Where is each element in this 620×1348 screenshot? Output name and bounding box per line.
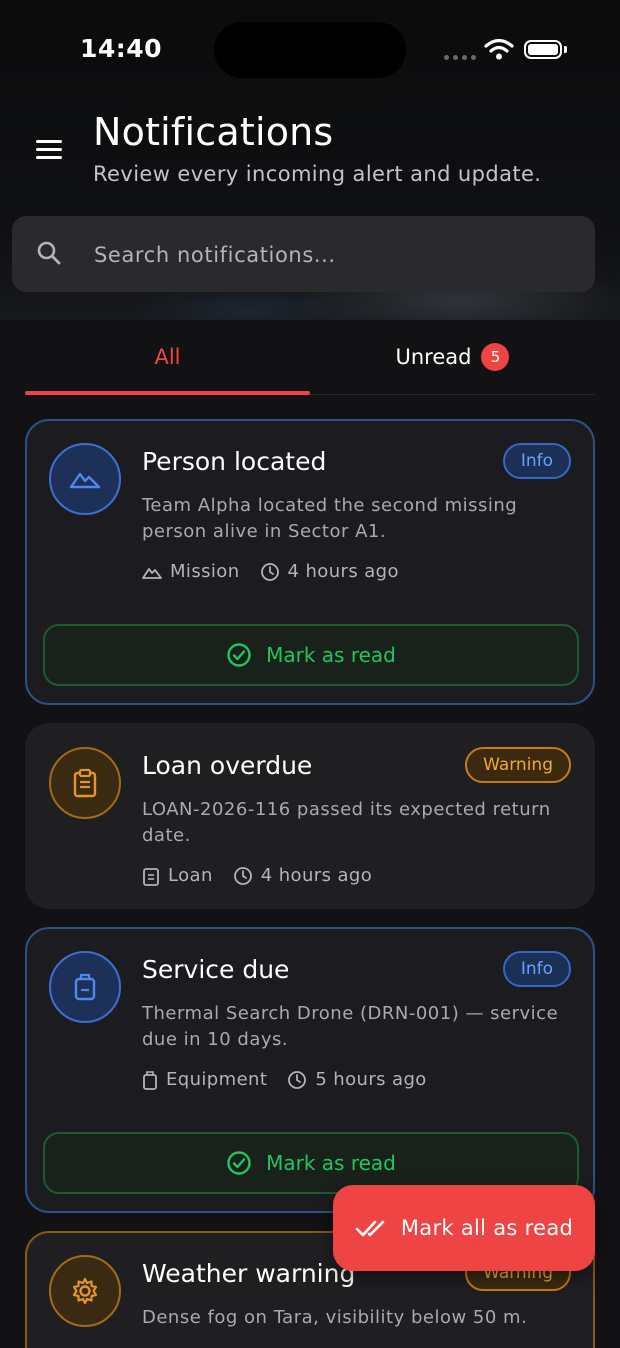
- category-label: Equipment: [166, 1069, 268, 1090]
- severity-badge: Warning: [465, 747, 571, 783]
- clock-icon: [288, 1070, 307, 1089]
- notification-description: Dense fog on Tara, visibility below 50 m…: [142, 1307, 528, 1328]
- status-bar: 14:40: [0, 0, 620, 100]
- tab-bar: All Unread 5: [25, 320, 595, 395]
- notification-title: Weather warning: [142, 1259, 356, 1288]
- timestamp-label: 4 hours ago: [287, 561, 399, 582]
- menu-icon[interactable]: [36, 140, 62, 160]
- notification-card[interactable]: Loan overdue Warning LOAN-2026-116 passe…: [25, 723, 595, 909]
- mountain-icon: [142, 567, 162, 579]
- battery-icon: [524, 40, 562, 59]
- notification-title: Loan overdue: [142, 751, 313, 780]
- mark-as-read-label: Mark as read: [266, 643, 396, 667]
- category-tag: Equipment: [142, 1069, 267, 1090]
- tab-all-label: All: [154, 345, 181, 369]
- severity-badge: Info: [502, 443, 571, 479]
- unread-count-badge: 5: [481, 343, 510, 371]
- notification-meta: Loan 4 hours ago: [142, 865, 372, 886]
- timestamp-label: 4 hours ago: [260, 865, 373, 886]
- cellular-signal-icon: [444, 55, 476, 60]
- backpack-icon: [49, 951, 121, 1023]
- backpack-icon: [143, 1070, 157, 1090]
- mark-as-read-button[interactable]: Mark as read: [43, 624, 579, 686]
- search-bar[interactable]: [12, 216, 595, 292]
- status-time: 14:40: [80, 34, 163, 63]
- notification-title: Person located: [142, 447, 327, 476]
- clock-icon: [233, 866, 252, 885]
- mountain-icon: [49, 443, 121, 515]
- tab-unread-label: Unread: [395, 345, 472, 369]
- clipboard-icon: [49, 747, 121, 819]
- timestamp: 4 hours ago: [233, 865, 372, 886]
- notification-description: Thermal Search Drone (DRN-001) — service…: [142, 1003, 559, 1050]
- page-title: Notifications: [93, 110, 334, 154]
- mark-as-read-label: Mark as read: [266, 1151, 396, 1175]
- clipboard-icon: [143, 867, 159, 886]
- timestamp-label: 5 hours ago: [315, 1069, 427, 1090]
- category-tag: Loan: [142, 865, 213, 886]
- notification-description: Team Alpha located the second missing pe…: [142, 495, 518, 542]
- double-check-icon: [355, 1220, 385, 1237]
- gear-icon: [49, 1255, 121, 1327]
- page-subtitle: Review every incoming alert and update.: [93, 162, 542, 186]
- search-input[interactable]: [92, 236, 576, 274]
- tab-unread[interactable]: Unread 5: [310, 320, 595, 394]
- timestamp: 4 hours ago: [260, 561, 399, 582]
- notification-card[interactable]: Person located Info Team Alpha located t…: [25, 419, 595, 705]
- search-icon: [37, 241, 61, 265]
- notification-meta: Mission 4 hours ago: [142, 561, 399, 582]
- dynamic-island: [214, 22, 406, 78]
- notification-title: Service due: [142, 955, 290, 984]
- category-label: Loan: [168, 865, 213, 886]
- wifi-icon: [484, 38, 514, 60]
- battery-cap: [564, 46, 567, 53]
- check-circle-icon: [227, 1151, 251, 1175]
- category-label: Mission: [170, 561, 240, 582]
- timestamp: 5 hours ago: [287, 1069, 426, 1090]
- severity-badge: Info: [502, 951, 571, 987]
- tab-all[interactable]: All: [25, 320, 310, 395]
- notification-meta: Equipment 5 hours ago: [142, 1069, 427, 1090]
- notification-card[interactable]: Service due Info Thermal Search Drone (D…: [25, 927, 595, 1213]
- mark-all-as-read-label: Mark all as read: [400, 1216, 574, 1240]
- category-tag: Mission: [142, 561, 240, 582]
- notification-description: LOAN-2026-116 passed its expected return…: [142, 799, 551, 846]
- check-circle-icon: [227, 643, 251, 667]
- mark-all-as-read-button[interactable]: Mark all as read: [333, 1185, 595, 1271]
- clock-icon: [260, 562, 279, 581]
